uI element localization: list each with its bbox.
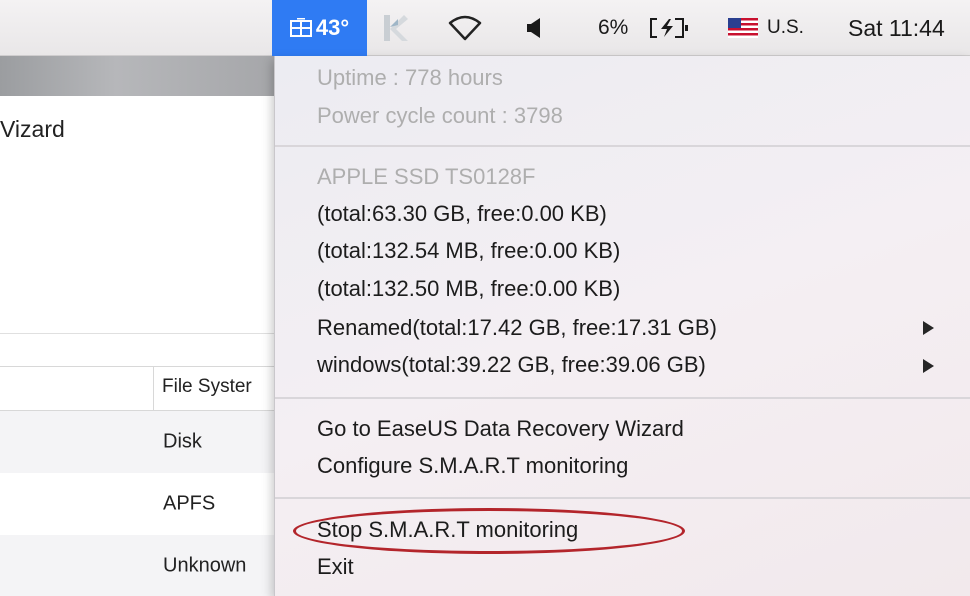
menu-item-partition[interactable]: (total:132.50 MB, free:0.00 KB) bbox=[317, 276, 620, 302]
disk-temperature-status-item[interactable]: 43° bbox=[272, 0, 367, 56]
temperature-value: 43° bbox=[315, 15, 350, 40]
menu-item-partition[interactable]: (total:63.30 GB, free:0.00 KB) bbox=[317, 201, 607, 227]
window-title: Vizard bbox=[0, 116, 65, 142]
menu-item-power-cycle-count: Power cycle count : 3798 bbox=[317, 103, 563, 128]
table-row[interactable]: Unknown bbox=[0, 535, 290, 596]
window-divider bbox=[0, 333, 290, 334]
submenu-arrow-icon bbox=[923, 321, 934, 335]
menu-item-partition-renamed[interactable]: Renamed(total:17.42 GB, free:17.31 GB) bbox=[317, 315, 717, 341]
battery-percentage[interactable]: 6% bbox=[598, 0, 628, 56]
window-banner bbox=[0, 56, 290, 96]
menu-item-partition[interactable]: (total:132.54 MB, free:0.00 KB) bbox=[317, 238, 620, 264]
menu-item-configure-smart[interactable]: Configure S.M.A.R.T monitoring bbox=[317, 453, 628, 479]
disk-temperature-icon bbox=[289, 18, 312, 38]
file-system-cell: Disk bbox=[163, 430, 202, 453]
file-system-cell: Unknown bbox=[163, 554, 247, 577]
table-header-row: File Syster bbox=[0, 366, 290, 411]
volume-icon[interactable] bbox=[518, 0, 550, 56]
smart-status-menu: Uptime : 778 hours Power cycle count : 3… bbox=[274, 56, 970, 596]
menu-item-stop-smart-monitoring[interactable]: Stop S.M.A.R.T monitoring bbox=[317, 517, 578, 543]
screen: 43° 6% U.S. Sat 11:44 Vizard File Syster… bbox=[0, 0, 970, 596]
menu-separator bbox=[275, 145, 970, 147]
submenu-arrow-icon bbox=[923, 359, 934, 373]
menu-item-partition-windows[interactable]: windows(total:39.22 GB, free:39.06 GB) bbox=[317, 352, 706, 378]
table-row[interactable]: Disk bbox=[0, 411, 290, 473]
file-system-cell: APFS bbox=[163, 492, 216, 515]
input-source-label[interactable]: U.S. bbox=[767, 0, 804, 56]
k-app-icon[interactable] bbox=[378, 0, 412, 56]
menu-item-go-to-recovery-wizard[interactable]: Go to EaseUS Data Recovery Wizard bbox=[317, 416, 684, 442]
menu-item-uptime: Uptime : 778 hours bbox=[317, 65, 503, 90]
menu-bar: 43° 6% U.S. Sat 11:44 bbox=[0, 0, 970, 56]
us-flag-icon[interactable] bbox=[726, 0, 760, 56]
menu-item-exit[interactable]: Exit bbox=[317, 554, 354, 580]
menu-separator bbox=[275, 497, 970, 499]
table-row[interactable]: APFS bbox=[0, 473, 290, 535]
menu-separator bbox=[275, 397, 970, 399]
column-header-file-system[interactable]: File Syster bbox=[162, 376, 252, 398]
wifi-icon[interactable] bbox=[445, 0, 485, 56]
column-separator bbox=[153, 367, 154, 410]
menu-item-disk-name: APPLE SSD TS0128F bbox=[317, 164, 536, 189]
battery-charging-icon[interactable] bbox=[648, 0, 694, 56]
clock[interactable]: Sat 11:44 bbox=[848, 0, 945, 56]
